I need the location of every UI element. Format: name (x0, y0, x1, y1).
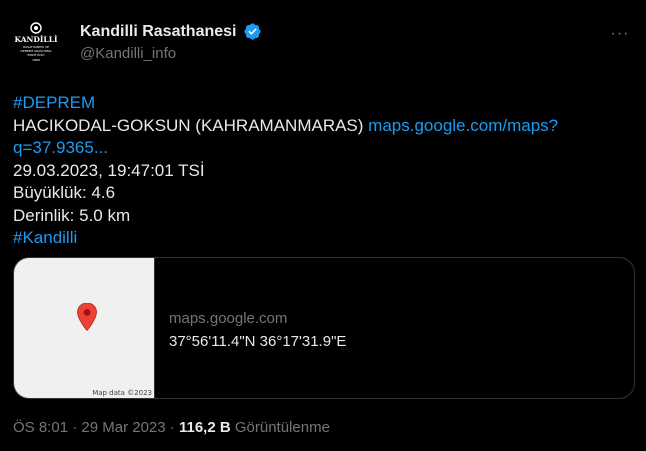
avatar-line: ENSTİTÜSÜ (28, 52, 45, 57)
depth-text: Derinlik: 5.0 km (13, 205, 131, 225)
more-options-button[interactable]: ··· (608, 24, 632, 44)
tweet-time[interactable]: ÖS 8:01 (13, 419, 68, 436)
kandilli-logo-icon: KANDİLLİ RASATHANESİ VE DEPREM ARAŞTIRMA… (12, 18, 60, 66)
views-label: Görüntülenme (230, 419, 330, 436)
views-count[interactable]: 116,2 B (179, 419, 231, 436)
more-options-icon: ··· (610, 25, 630, 42)
tweet-header: KANDİLLİ RASATHANESİ VE DEPREM ARAŞTIRMA… (12, 18, 634, 68)
author-block: Kandilli Rasathanesi @Kandilli_info (80, 22, 262, 62)
tweet-text: #DEPREM HACIKODAL-GOKSUN (KAHRAMANMARAS)… (13, 92, 628, 250)
map-attribution: Map data ©2023 (92, 389, 152, 397)
card-title: 37°56'11.4"N 36°17'31.9"E (169, 333, 347, 350)
author-display-name[interactable]: Kandilli Rasathanesi (80, 23, 237, 41)
tweet-date[interactable]: 29 Mar 2023 (81, 419, 165, 436)
author-name-row[interactable]: Kandilli Rasathanesi (80, 22, 262, 41)
avatar-line: 1868 (32, 58, 40, 62)
meta-separator: · (68, 419, 82, 436)
magnitude-text: Büyüklük: 4.6 (13, 183, 116, 202)
card-domain: maps.google.com (169, 310, 288, 327)
tweet-meta: ÖS 8:01 · 29 Mar 2023 · 116,2 B Görüntül… (13, 419, 330, 436)
map-pin-icon (77, 303, 97, 331)
location-text: HACIKODAL-GOKSUN (KAHRAMANMARAS) (13, 115, 369, 135)
avatar[interactable]: KANDİLLİ RASATHANESİ VE DEPREM ARAŞTIRMA… (12, 18, 60, 66)
map-thumbnail[interactable]: Map data ©2023 (14, 258, 155, 398)
verified-badge-icon (243, 23, 261, 40)
meta-separator: · (165, 419, 179, 436)
hashtag-deprem-link[interactable]: #DEPREM (13, 93, 95, 112)
datetime-text: 29.03.2023, 19:47:01 TSİ (13, 160, 205, 180)
link-preview-card[interactable]: Map data ©2023 maps.google.com 37°56'11.… (13, 257, 635, 399)
avatar-line: KANDİLLİ (15, 35, 58, 44)
hashtag-kandilli-link[interactable]: #Kandilli (13, 228, 77, 247)
author-handle[interactable]: @Kandilli_info (80, 45, 262, 62)
